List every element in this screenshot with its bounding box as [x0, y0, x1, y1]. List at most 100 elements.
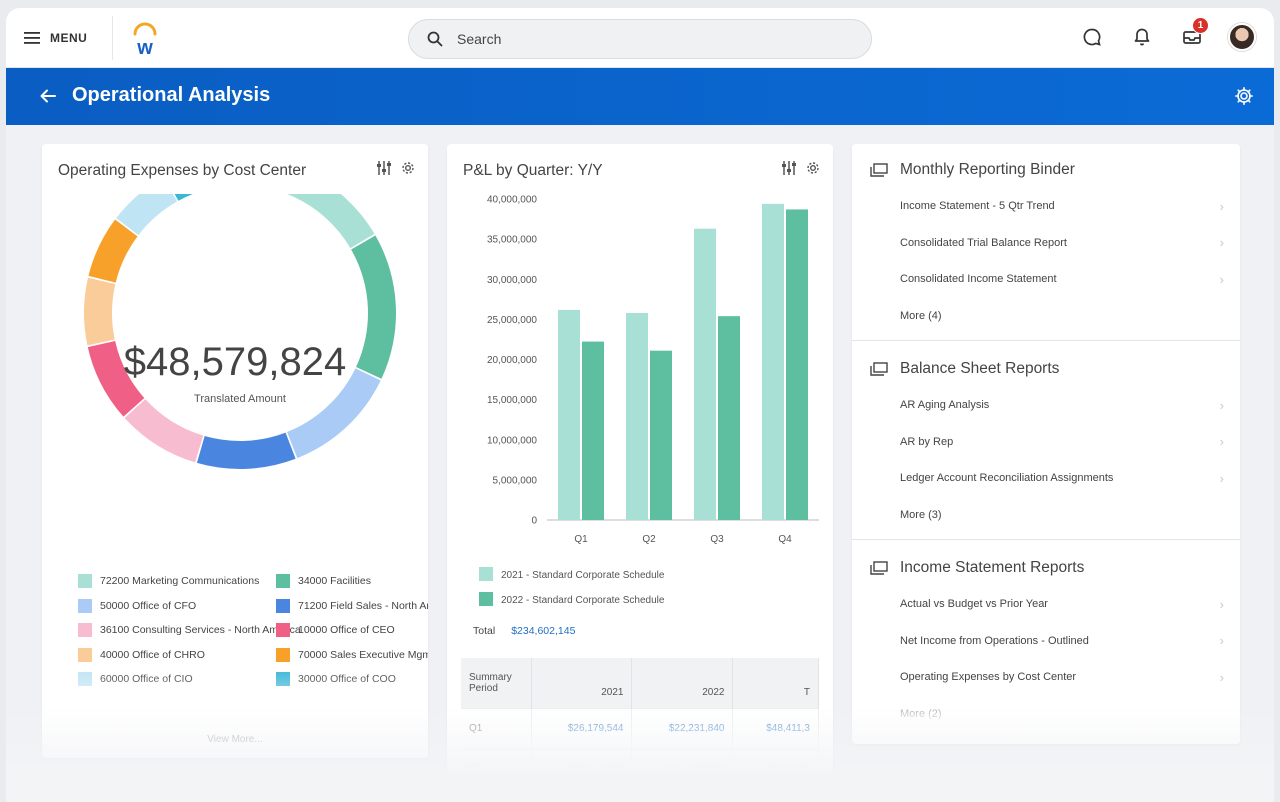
table-cell-link[interactable]: $25,871,962 — [531, 747, 633, 788]
bell-icon — [1134, 28, 1150, 46]
legend-label[interactable]: 2021 - Standard Corporate Schedule — [501, 570, 665, 581]
legend-label: 36100 Consulting Services - North Americ… — [100, 624, 301, 636]
donut-slice[interactable] — [216, 194, 375, 249]
table-cell-link[interactable]: $46,910,5 — [732, 747, 819, 788]
section-header[interactable]: Monthly Reporting Binder — [870, 161, 1075, 179]
bar[interactable] — [626, 312, 648, 520]
report-link-label: Actual vs Budget vs Prior Year — [900, 598, 1048, 610]
legend-item[interactable]: 30000 Office of COO — [276, 672, 396, 686]
view-more-link[interactable]: View More... — [42, 734, 428, 745]
legend-item[interactable]: 60000 Office of CIO — [78, 672, 193, 686]
table-cell-link[interactable]: $21,038,582 — [631, 747, 734, 788]
table-header-cell: T — [732, 658, 819, 708]
x-tick-label: Q2 — [642, 534, 656, 545]
table-row: Q1 $26,179,544 $22,231,840 $48,411,3 — [461, 707, 819, 748]
donut-total-label: Translated Amount — [194, 393, 286, 405]
bar[interactable] — [582, 341, 604, 520]
gear-icon[interactable] — [1234, 86, 1254, 106]
table-cell-link[interactable]: $48,411,3 — [732, 707, 819, 748]
report-stack-icon — [870, 362, 888, 376]
menu-label: MENU — [50, 31, 88, 45]
legend-swatch — [78, 574, 92, 588]
legend-item[interactable]: 50000 Office of CFO — [78, 598, 197, 613]
y-tick-label: 30,000,000 — [487, 275, 537, 286]
legend-swatch — [78, 623, 92, 637]
chevron-right-icon: › — [1219, 198, 1224, 214]
report-link[interactable]: Income Statement - 5 Qtr Trend › — [900, 196, 1224, 216]
section-title: Balance Sheet Reports — [900, 360, 1060, 377]
more-link[interactable]: More (3) — [900, 509, 942, 521]
y-tick-label: 5,000,000 — [493, 475, 538, 486]
workday-logo-icon[interactable]: w — [130, 22, 160, 56]
chat-button[interactable] — [1078, 23, 1106, 51]
legend-swatch — [276, 672, 290, 686]
y-tick-label: 0 — [531, 516, 537, 527]
bar[interactable] — [558, 309, 580, 520]
chevron-right-icon: › — [1219, 271, 1224, 287]
search-icon — [427, 31, 443, 47]
gear-icon[interactable] — [400, 160, 416, 176]
report-link[interactable]: Actual vs Budget vs Prior Year › — [900, 594, 1224, 614]
report-link[interactable]: Consolidated Income Statement › — [900, 269, 1224, 289]
legend-label: 72200 Marketing Communications — [100, 575, 260, 587]
legend-item[interactable]: 36100 Consulting Services - North Americ… — [78, 623, 301, 637]
report-stack-icon — [870, 163, 888, 177]
report-link[interactable]: AR Aging Analysis › — [900, 395, 1224, 415]
menu-button[interactable]: MENU — [24, 26, 87, 50]
donut-total: $48,579,824 — [123, 340, 347, 384]
table-cell-link[interactable]: $22,231,840 — [631, 707, 734, 748]
legend-label: 50000 Office of CFO — [100, 599, 197, 612]
report-link-label: Consolidated Income Statement — [900, 273, 1057, 285]
legend-swatch — [78, 598, 92, 613]
legend-item[interactable]: 71200 Field Sales - North America — [276, 598, 428, 613]
legend-swatch — [276, 623, 290, 637]
bar[interactable] — [650, 350, 672, 520]
donut-slice[interactable] — [196, 432, 296, 469]
report-link[interactable]: Net Income from Operations - Outlined › — [900, 631, 1224, 651]
bar[interactable] — [718, 316, 740, 520]
inbox-button[interactable]: 1 — [1178, 17, 1209, 51]
more-link[interactable]: More (2) — [900, 708, 942, 720]
bar[interactable] — [694, 228, 716, 520]
search-input[interactable]: Search — [408, 19, 872, 59]
topbar-divider — [112, 16, 113, 60]
bar[interactable] — [786, 209, 808, 520]
bar[interactable] — [762, 203, 784, 520]
legend-item[interactable]: 10000 Office of CEO — [276, 623, 395, 637]
notifications-button[interactable] — [1128, 23, 1156, 51]
total-value-link[interactable]: $234,602,145 — [511, 625, 575, 637]
summary-table: Summary Period 2021 2022 T Q1 $26,179,54… — [461, 658, 819, 788]
legend-item[interactable]: 40000 Office of CHRO — [78, 647, 205, 662]
report-link[interactable]: Operating Expenses by Cost Center › — [900, 667, 1224, 687]
legend-item[interactable]: 34000 Facilities — [276, 574, 371, 588]
section-header[interactable]: Income Statement Reports — [870, 559, 1084, 577]
legend-label[interactable]: 2022 - Standard Corporate Schedule — [501, 595, 665, 606]
report-link[interactable]: AR by Rep › — [900, 432, 1224, 452]
legend-item[interactable]: 70000 Sales Executive Mgmt — [276, 647, 428, 662]
donut-slice[interactable] — [88, 219, 138, 283]
filter-sliders-icon[interactable] — [376, 160, 392, 176]
more-link[interactable]: More (4) — [900, 310, 942, 322]
section-header[interactable]: Balance Sheet Reports — [870, 360, 1059, 378]
donut-slice[interactable] — [84, 277, 116, 346]
operating-expenses-card: Operating Expenses by Cost Center $48,57… — [42, 144, 428, 758]
avatar[interactable] — [1228, 23, 1256, 51]
report-link[interactable]: Consolidated Trial Balance Report › — [900, 233, 1224, 253]
legend-swatch — [78, 647, 92, 662]
card-title: Operating Expenses by Cost Center — [58, 162, 307, 179]
x-tick-label: Q3 — [710, 534, 724, 545]
table-cell-link[interactable]: $26,179,544 — [531, 707, 633, 748]
report-link[interactable]: Ledger Account Reconciliation Assignment… — [900, 468, 1224, 488]
back-arrow-icon[interactable] — [38, 86, 58, 106]
chevron-right-icon: › — [1219, 633, 1224, 648]
legend-label: 30000 Office of COO — [298, 673, 396, 685]
legend-label: 10000 Office of CEO — [298, 624, 395, 636]
legend-swatch — [479, 592, 493, 606]
donut-slice[interactable] — [124, 399, 204, 463]
inbox-badge: 1 — [1192, 17, 1209, 34]
report-link-label: Ledger Account Reconciliation Assignment… — [900, 472, 1114, 484]
table-cell: Q1 — [461, 707, 532, 748]
chevron-right-icon: › — [1219, 669, 1224, 685]
legend-item[interactable]: 72200 Marketing Communications — [78, 574, 259, 588]
top-bar: MENU w Search 1 — [6, 8, 1274, 68]
